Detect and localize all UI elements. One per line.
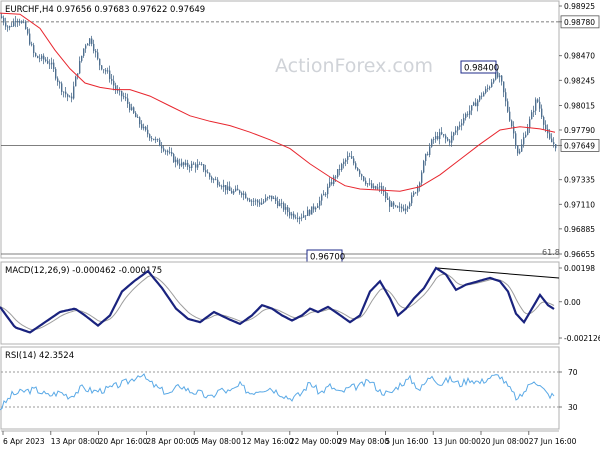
candle [55, 67, 57, 81]
watermark: ActionForex.com [275, 55, 433, 77]
time-tick-label: 5 May 08:00 [194, 437, 241, 446]
candle [311, 206, 313, 215]
price-tick-label: 0.98245 [564, 76, 595, 85]
chart-canvas: ActionForex.com EURCHF,H4 0.97656 0.9768… [0, 0, 600, 450]
macd-tick-label: 0.00 [564, 298, 581, 307]
low-label-text: 0.96700 [310, 253, 345, 263]
high-label: 0.98400 [460, 60, 499, 74]
fib-label: 61.8 [542, 248, 560, 257]
rsi-header: RSI(14) 42.3524 [5, 351, 74, 361]
price-tick-label: 0.97790 [564, 126, 595, 135]
price-tick-label: 0.98780 [564, 18, 595, 27]
macd-header: MACD(12,26,9) -0.000462 -0.000175 [5, 266, 162, 276]
price-tick-label: 0.97649 [564, 141, 595, 150]
time-tick-label: 28 Apr 00:00 [146, 437, 195, 446]
high-label-text: 0.98400 [464, 64, 499, 74]
time-tick-label: 27 Jun 16:00 [529, 437, 577, 446]
time-tick-label: 5 Jun 16:00 [385, 437, 428, 446]
rsi-tick-label: 30 [568, 403, 578, 412]
time-tick-label: 29 May 08:00 [338, 437, 390, 446]
price-tick-label: 0.97335 [564, 176, 595, 185]
macd-tick-label: 0.00198 [564, 264, 595, 273]
candle [133, 106, 135, 114]
low-label: 0.96700 [306, 249, 345, 263]
time-tick-label: 12 May 16:00 [242, 437, 294, 446]
price-header: EURCHF,H4 0.97656 0.97683 0.97622 0.9764… [5, 5, 205, 15]
candle [173, 152, 175, 163]
time-tick-label: 22 May 00:00 [290, 437, 342, 446]
price-tick-label: 0.98015 [564, 101, 595, 110]
price-tick-label: 0.97110 [564, 200, 595, 209]
time-tick-label: 13 Jun 00:00 [433, 437, 481, 446]
price-tick-label: 0.98925 [564, 2, 595, 11]
rsi-tick-label: 70 [568, 368, 578, 377]
macd-tick-label: -0.002126 [564, 334, 600, 343]
time-tick-label: 20 Jun 08:00 [481, 437, 529, 446]
time-tick-label: 20 Apr 16:00 [99, 437, 148, 446]
candle [75, 75, 77, 87]
candle [431, 138, 433, 148]
price-tick-label: 0.96655 [564, 250, 595, 259]
candle [423, 159, 425, 174]
time-tick-label: 6 Apr 2023 [3, 437, 45, 446]
time-tick-label: 13 Apr 08:00 [51, 437, 100, 446]
price-tick-label: 0.98470 [564, 52, 595, 61]
price-tick-label: 0.96885 [564, 225, 595, 234]
